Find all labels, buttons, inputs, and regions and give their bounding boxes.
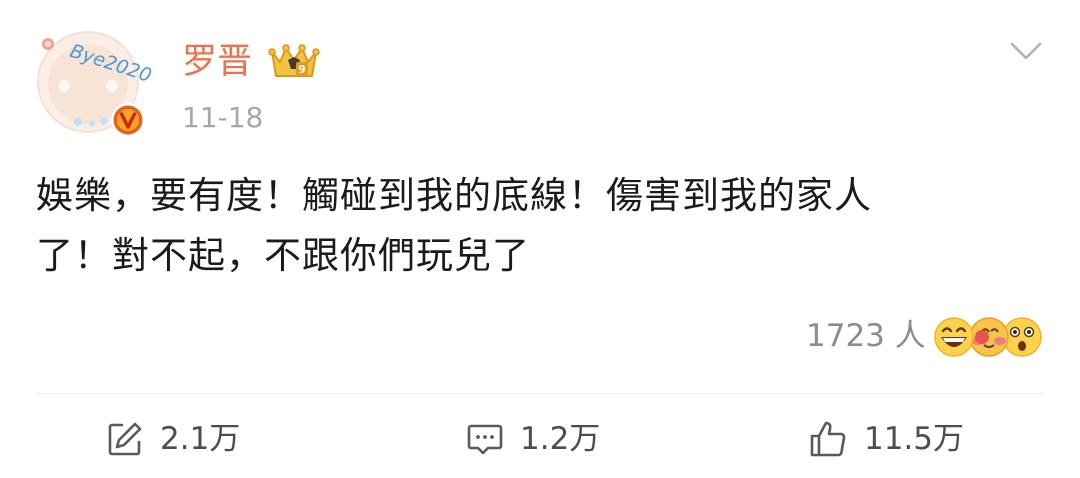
repost-count: 2.1万 [160,421,241,457]
verified-v-icon [110,102,146,138]
like-count: 11.5万 [864,421,965,457]
comment-button[interactable]: 1.2万 [466,416,600,462]
laughing-emoji-icon [934,317,974,357]
cute-emoji-icon [969,317,1009,357]
author-name[interactable]: 罗晋 [182,40,252,84]
post-text-line: 了！對不起，不跟你們玩兒了 [36,234,530,277]
post-date[interactable]: 11-18 [182,98,263,138]
comment-icon [467,424,503,455]
like-button[interactable]: 11.5万 [808,416,964,462]
crown-badge-icon[interactable]: 9 [266,40,322,84]
reactions-emojis[interactable] [932,313,1044,361]
chevron-down-icon[interactable] [1006,36,1046,66]
post-text: 娛樂，要有度！觸碰到我的底線！傷害到我的家人 了！對不起，不跟你們玩兒了 [36,166,1026,286]
post-text-line: 娛樂，要有度！觸碰到我的底線！傷害到我的家人 [36,174,872,217]
like-icon [810,421,846,457]
repost-icon [108,422,142,456]
svg-text:9: 9 [298,63,306,76]
repost-button[interactable]: 2.1万 [106,416,240,462]
reactions-count[interactable]: 1723 人 [806,314,926,358]
comment-count: 1.2万 [520,421,601,457]
divider [36,393,1044,394]
